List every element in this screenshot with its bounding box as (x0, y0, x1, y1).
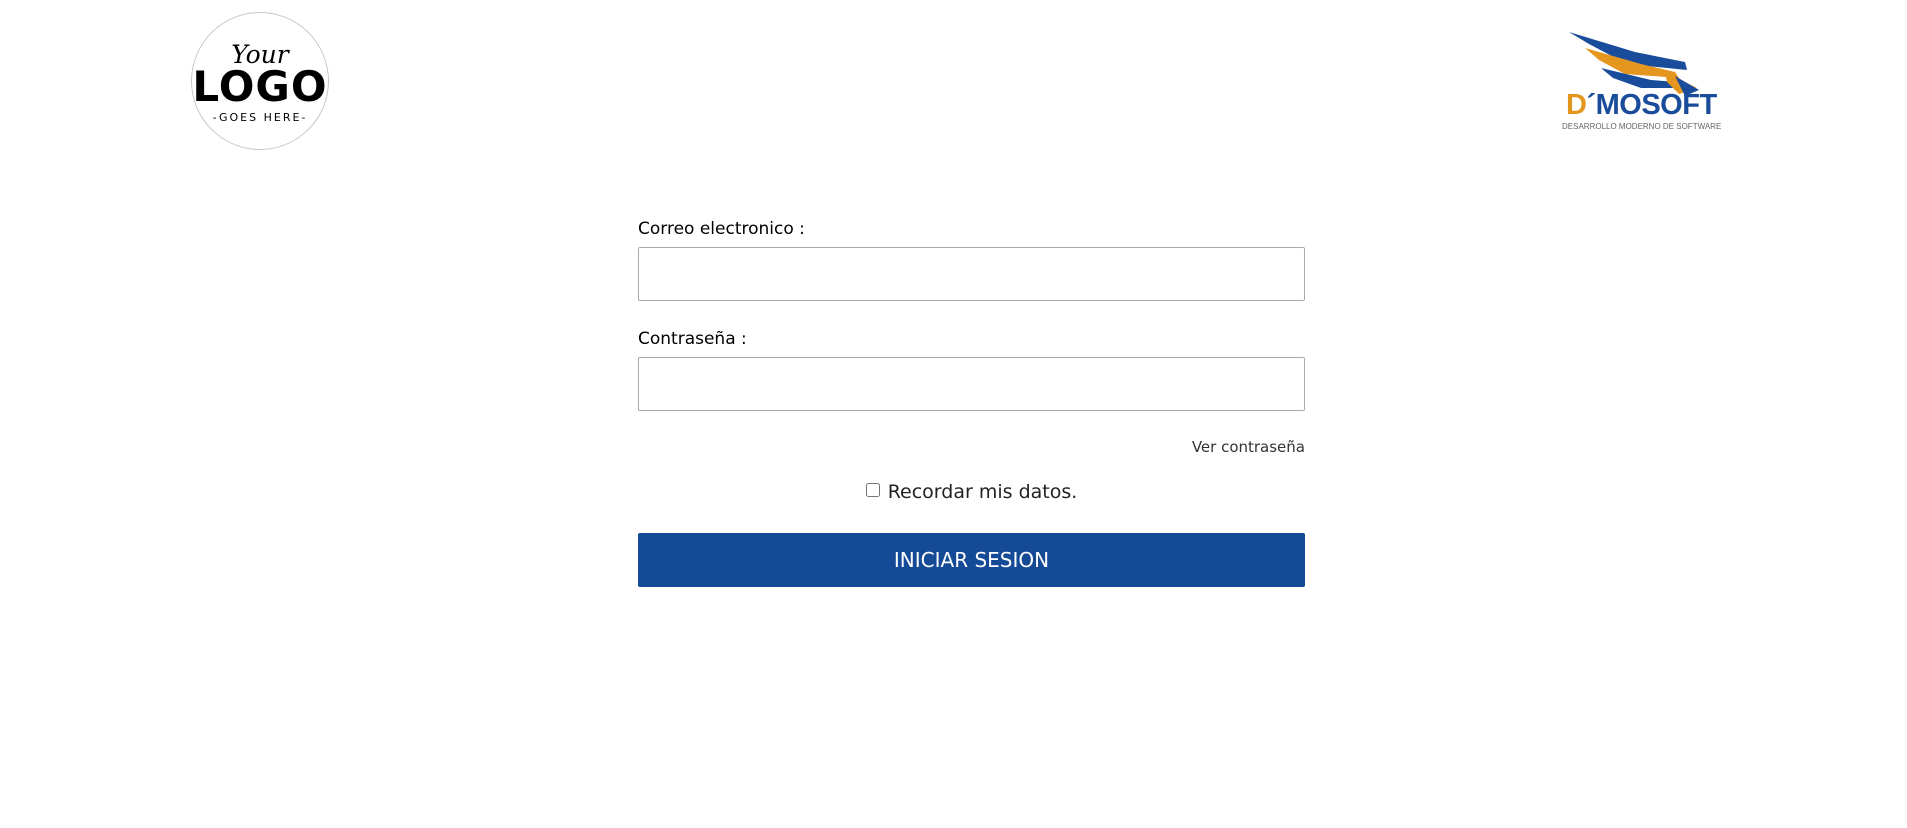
brand-tagline: DESARROLLO MODERNO DE SOFTWARE (1562, 122, 1722, 131)
dmosoft-logo: D´MOSOFT DESARROLLO MODERNO DE SOFTWARE (1562, 30, 1737, 135)
remember-me-checkbox[interactable] (865, 483, 880, 497)
brand-letters-mosoft: ´MOSOFT (1586, 89, 1717, 121)
password-label: Contraseña : (638, 329, 747, 349)
password-input[interactable] (638, 357, 1305, 411)
brand-letter-d: D (1566, 89, 1587, 121)
login-form: Correo electronico : Contraseña : Ver co… (638, 218, 1305, 587)
logo-text-logo: LOGO (192, 61, 328, 111)
email-input[interactable] (638, 247, 1305, 301)
login-button[interactable]: INICIAR SESION (638, 533, 1305, 587)
brand-name: D´MOSOFT (1566, 90, 1717, 120)
email-label: Correo electronico : (638, 219, 805, 239)
show-password-link[interactable]: Ver contraseña (638, 437, 1305, 457)
company-logo-placeholder: Your LOGO -GOES HERE- (191, 12, 329, 150)
remember-me-label: Recordar mis datos. (887, 481, 1078, 503)
remember-me-row: Recordar mis datos. (638, 481, 1305, 503)
logo-text-goes-here: -GOES HERE- (212, 110, 308, 124)
